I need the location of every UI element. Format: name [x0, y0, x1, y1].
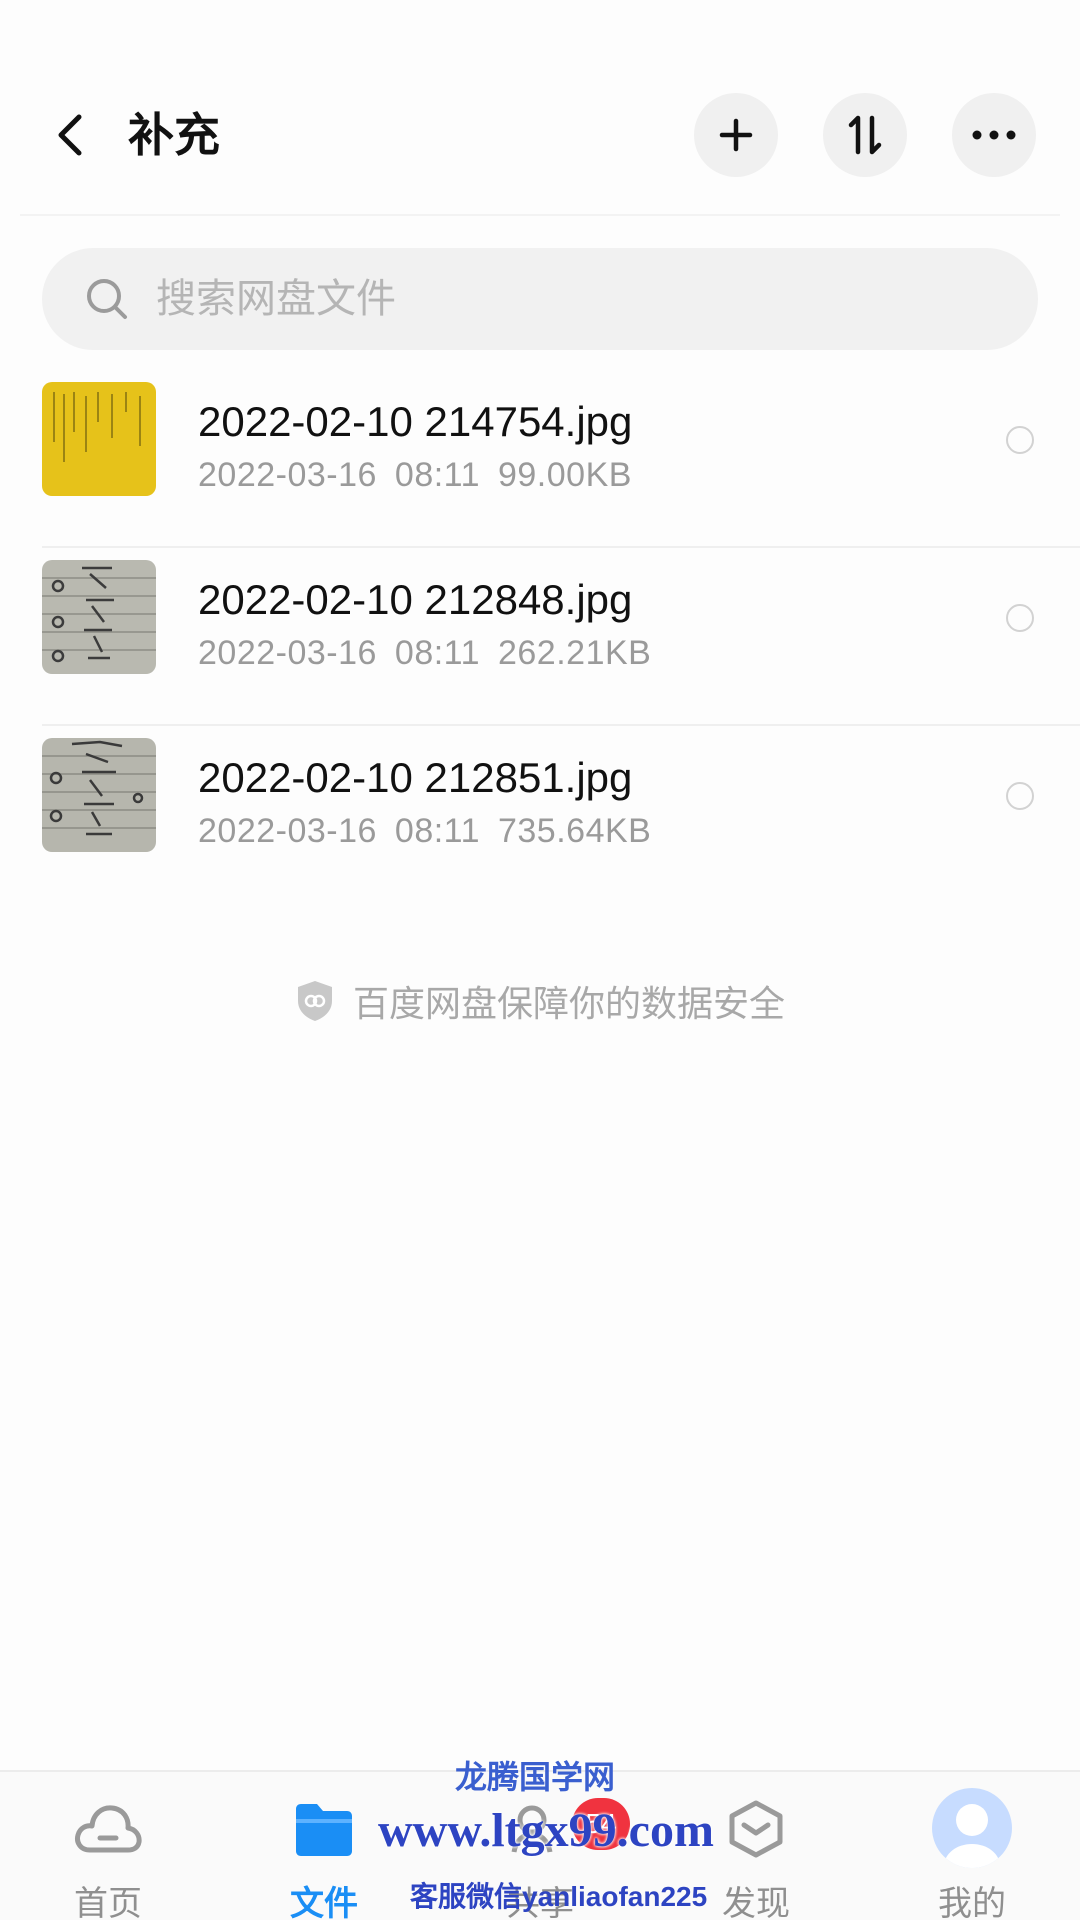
file-thumbnail	[42, 382, 156, 496]
sort-icon	[848, 115, 882, 155]
app-root: 补充 搜索网盘文件 2022-02-10 214754.jpg 2022-03-…	[0, 0, 1080, 1920]
security-note: 百度网盘保障你的数据安全	[0, 975, 1080, 1027]
select-checkbox[interactable]	[1006, 782, 1034, 810]
add-button[interactable]	[694, 93, 778, 177]
header-divider	[20, 214, 1060, 216]
folder-icon	[284, 1794, 364, 1864]
file-meta: 2022-03-16 08:11 99.00KB	[198, 456, 632, 495]
file-meta: 2022-03-16 08:11 735.64KB	[198, 812, 651, 851]
search-bar[interactable]	[42, 248, 1038, 350]
search-icon	[84, 276, 130, 322]
file-time: 08:11	[394, 634, 480, 672]
nav-item-me[interactable]: 我的	[872, 1772, 1072, 1920]
file-name: 2022-02-10 212851.jpg	[198, 754, 633, 801]
cloud-icon	[68, 1794, 148, 1864]
shield-icon	[297, 981, 332, 1021]
nav-label: 首页	[74, 1885, 142, 1920]
more-button[interactable]	[952, 93, 1036, 177]
header: 补充	[0, 0, 1080, 216]
file-time: 08:11	[394, 812, 480, 850]
file-date: 2022-03-16	[198, 812, 377, 850]
file-date: 2022-03-16	[198, 634, 377, 672]
file-date: 2022-03-16	[198, 456, 377, 494]
file-time: 08:11	[394, 456, 480, 494]
watermark-url: www.ltgx99.com	[378, 1804, 714, 1857]
file-list: 2022-02-10 214754.jpg 2022-03-16 08:11 99.…	[0, 370, 1080, 904]
more-icon	[972, 130, 1016, 140]
search-input[interactable]	[156, 276, 956, 322]
security-note-text: 百度网盘保障你的数据安全	[352, 983, 785, 1024]
nav-label: 我的	[938, 1885, 1006, 1920]
sort-button[interactable]	[823, 93, 907, 177]
file-size: 262.21KB	[497, 634, 652, 672]
file-thumbnail	[42, 738, 156, 852]
file-row[interactable]: 2022-02-10 212848.jpg 2022-03-16 08:11 262…	[0, 548, 1080, 726]
nav-item-home[interactable]: 首页	[8, 1772, 208, 1920]
file-size: 735.64KB	[497, 812, 652, 850]
file-size: 99.00KB	[497, 456, 632, 494]
file-thumbnail	[42, 560, 156, 674]
file-name: 2022-02-10 214754.jpg	[198, 398, 633, 445]
plus-icon	[719, 118, 753, 152]
watermark-contact: 客服微信yanliaofan225	[410, 1881, 708, 1912]
nav-label: 文件	[290, 1885, 358, 1920]
file-row[interactable]: 2022-02-10 214754.jpg 2022-03-16 08:11 99.…	[0, 370, 1080, 548]
select-checkbox[interactable]	[1006, 604, 1034, 632]
back-button[interactable]	[40, 100, 100, 170]
select-checkbox[interactable]	[1006, 426, 1034, 454]
file-meta: 2022-03-16 08:11 262.21KB	[198, 634, 651, 673]
file-name: 2022-02-10 212848.jpg	[198, 576, 633, 623]
chevron-left-icon	[58, 114, 82, 156]
discover-icon	[716, 1794, 796, 1864]
avatar-icon	[930, 1786, 1014, 1870]
file-row[interactable]: 2022-02-10 212851.jpg 2022-03-16 08:11 735…	[0, 726, 1080, 904]
page-title: 补充	[128, 109, 220, 161]
watermark-title: 龙腾国学网	[455, 1759, 616, 1795]
